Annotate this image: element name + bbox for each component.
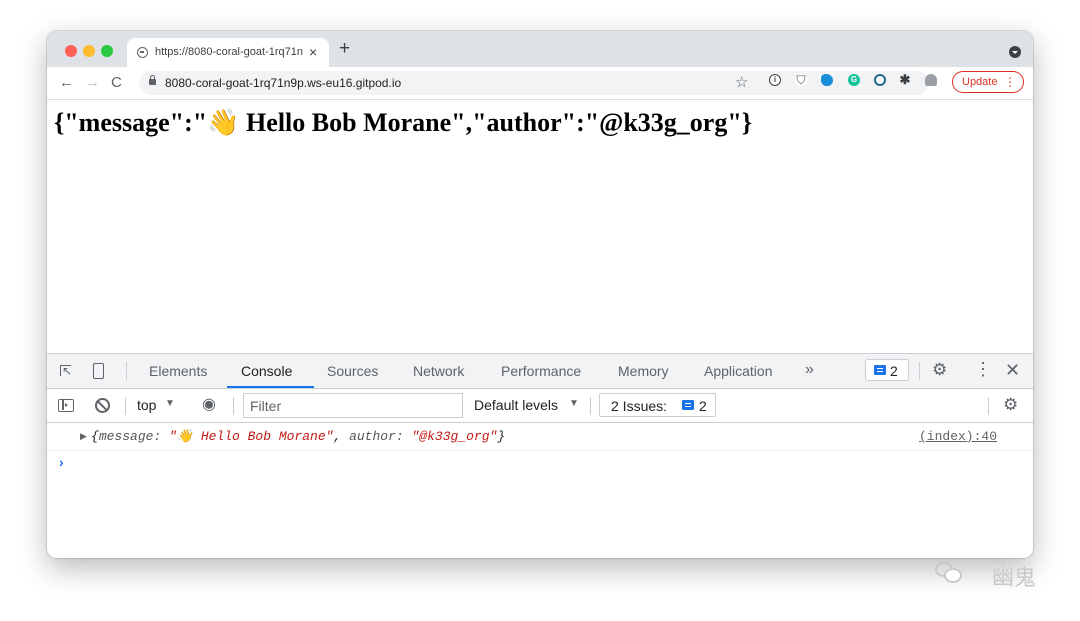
new-tab-button[interactable]: + [339, 39, 350, 59]
devtools-panel: Elements Console Sources Network Perform… [47, 353, 1033, 558]
watermark-text: 幽鬼 [992, 565, 1037, 590]
tab-console[interactable]: Console [241, 363, 292, 379]
profile-avatar-icon[interactable] [925, 74, 937, 86]
tab-network[interactable]: Network [413, 363, 464, 379]
clear-console-icon[interactable] [95, 398, 110, 413]
lock-icon[interactable] [149, 75, 156, 85]
tab-search-icon[interactable] [1009, 46, 1021, 58]
console-toolbar: top ▼ ◉ Default levels ▼ 2 Issues: 2 ⚙ [47, 389, 1033, 423]
browser-toolbar: ← → C 8080-coral-goat-1rq71n9p.ws-eu16.g… [47, 67, 1033, 100]
message-icon [874, 365, 886, 375]
grammarly-extension-icon[interactable]: G [848, 74, 860, 86]
browser-tab[interactable]: https://8080-coral-goat-1rq71n9p.ws-eu16… [127, 38, 329, 67]
context-selector[interactable]: top [137, 397, 156, 413]
issues-button[interactable]: 2 Issues: 2 [599, 393, 716, 417]
divider [233, 397, 234, 415]
device-toolbar-icon[interactable] [93, 363, 104, 379]
close-devtools-button[interactable]: ✕ [1005, 360, 1020, 381]
back-button[interactable]: ← [59, 74, 74, 92]
divider [590, 397, 591, 415]
maximize-window-button[interactable] [101, 45, 113, 57]
console-prompt[interactable]: › [59, 454, 64, 470]
tab-title: https://8080-coral-goat-1rq71n9p.ws-eu16… [155, 46, 303, 58]
url-text[interactable]: 8080-coral-goat-1rq71n9p.ws-eu16.gitpod.… [165, 76, 401, 90]
minimize-window-button[interactable] [83, 45, 95, 57]
globe-icon [137, 47, 148, 58]
more-options-icon[interactable]: ⋮ [974, 359, 992, 380]
reload-button[interactable]: C [111, 74, 122, 92]
update-label: Update [962, 76, 998, 88]
divider [988, 397, 989, 415]
colon: : [153, 429, 170, 444]
issues-counter: 2 [890, 363, 898, 379]
brace-close: } [497, 429, 506, 444]
settings-gear-icon[interactable]: ⚙ [932, 360, 947, 380]
json-response: {"message":"👋 Hello Bob Morane","author"… [54, 108, 753, 137]
log-levels-dropdown[interactable]: Default levels [474, 397, 558, 413]
more-tabs-button[interactable]: » [805, 361, 814, 379]
shield-extension-icon[interactable]: ⛉ [795, 74, 807, 86]
forward-button[interactable]: → [85, 74, 100, 92]
tab-elements[interactable]: Elements [149, 363, 207, 379]
console-settings-gear-icon[interactable]: ⚙ [1003, 395, 1018, 415]
console-output: ▶ {message: "👋 Hello Bob Morane", author… [47, 423, 1033, 558]
tab-close-button[interactable]: × [309, 44, 317, 60]
colon: : [395, 429, 412, 444]
log-key-author: author [349, 429, 396, 444]
puzzle-extensions-icon[interactable]: ✱ [899, 73, 911, 86]
close-window-button[interactable] [65, 45, 77, 57]
page-content: {"message":"👋 Hello Bob Morane","author"… [47, 100, 1033, 353]
menu-dots-icon: ⋮ [1004, 75, 1016, 89]
console-sidebar-icon[interactable] [58, 399, 74, 412]
issues-count: 2 [699, 398, 707, 414]
password-manager-extension-icon[interactable]: i [769, 74, 781, 86]
tab-memory[interactable]: Memory [618, 363, 669, 379]
log-source-link[interactable]: (index):40 [919, 429, 997, 444]
divider [125, 397, 126, 415]
log-value-message: "👋 Hello Bob Morane" [169, 429, 334, 444]
log-value-author: "@k33g_org" [411, 429, 498, 444]
bookmark-star-icon[interactable]: ☆ [735, 73, 748, 91]
issues-label: 2 Issues: [611, 398, 668, 414]
salesforce-extension-icon[interactable] [821, 74, 833, 86]
wechat-logo-icon [935, 562, 963, 584]
log-key-message: message [98, 429, 154, 444]
tab-performance[interactable]: Performance [501, 363, 581, 379]
devtools-tab-bar: Elements Console Sources Network Perform… [47, 354, 1033, 389]
tab-sources[interactable]: Sources [327, 363, 378, 379]
wechat-bubble-small [944, 568, 962, 583]
chevron-down-icon[interactable]: ▼ [569, 398, 579, 409]
divider [126, 362, 127, 380]
extension-o-icon[interactable] [874, 74, 886, 86]
browser-window: https://8080-coral-goat-1rq71n9p.ws-eu16… [47, 31, 1033, 558]
inspect-element-icon[interactable] [60, 364, 72, 378]
console-log-entry[interactable]: ▶ {message: "👋 Hello Bob Morane", author… [47, 423, 1033, 451]
address-bar[interactable]: 8080-coral-goat-1rq71n9p.ws-eu16.gitpod.… [139, 71, 929, 95]
divider [919, 362, 920, 380]
log-object[interactable]: {message: "👋 Hello Bob Morane", author: … [91, 429, 505, 444]
tab-strip: https://8080-coral-goat-1rq71n9p.ws-eu16… [47, 31, 1033, 67]
active-tab-indicator [227, 386, 314, 388]
console-filter-input[interactable] [243, 393, 463, 418]
eye-icon[interactable]: ◉ [202, 397, 216, 413]
separator: , [333, 429, 350, 444]
message-icon [682, 400, 694, 410]
brace-open: { [91, 429, 99, 444]
issues-counter-button[interactable]: 2 [865, 359, 909, 381]
expand-triangle-icon[interactable]: ▶ [80, 431, 87, 442]
tab-application[interactable]: Application [704, 363, 773, 379]
update-button[interactable]: Update ⋮ [952, 71, 1024, 93]
chevron-down-icon[interactable]: ▼ [165, 398, 175, 409]
